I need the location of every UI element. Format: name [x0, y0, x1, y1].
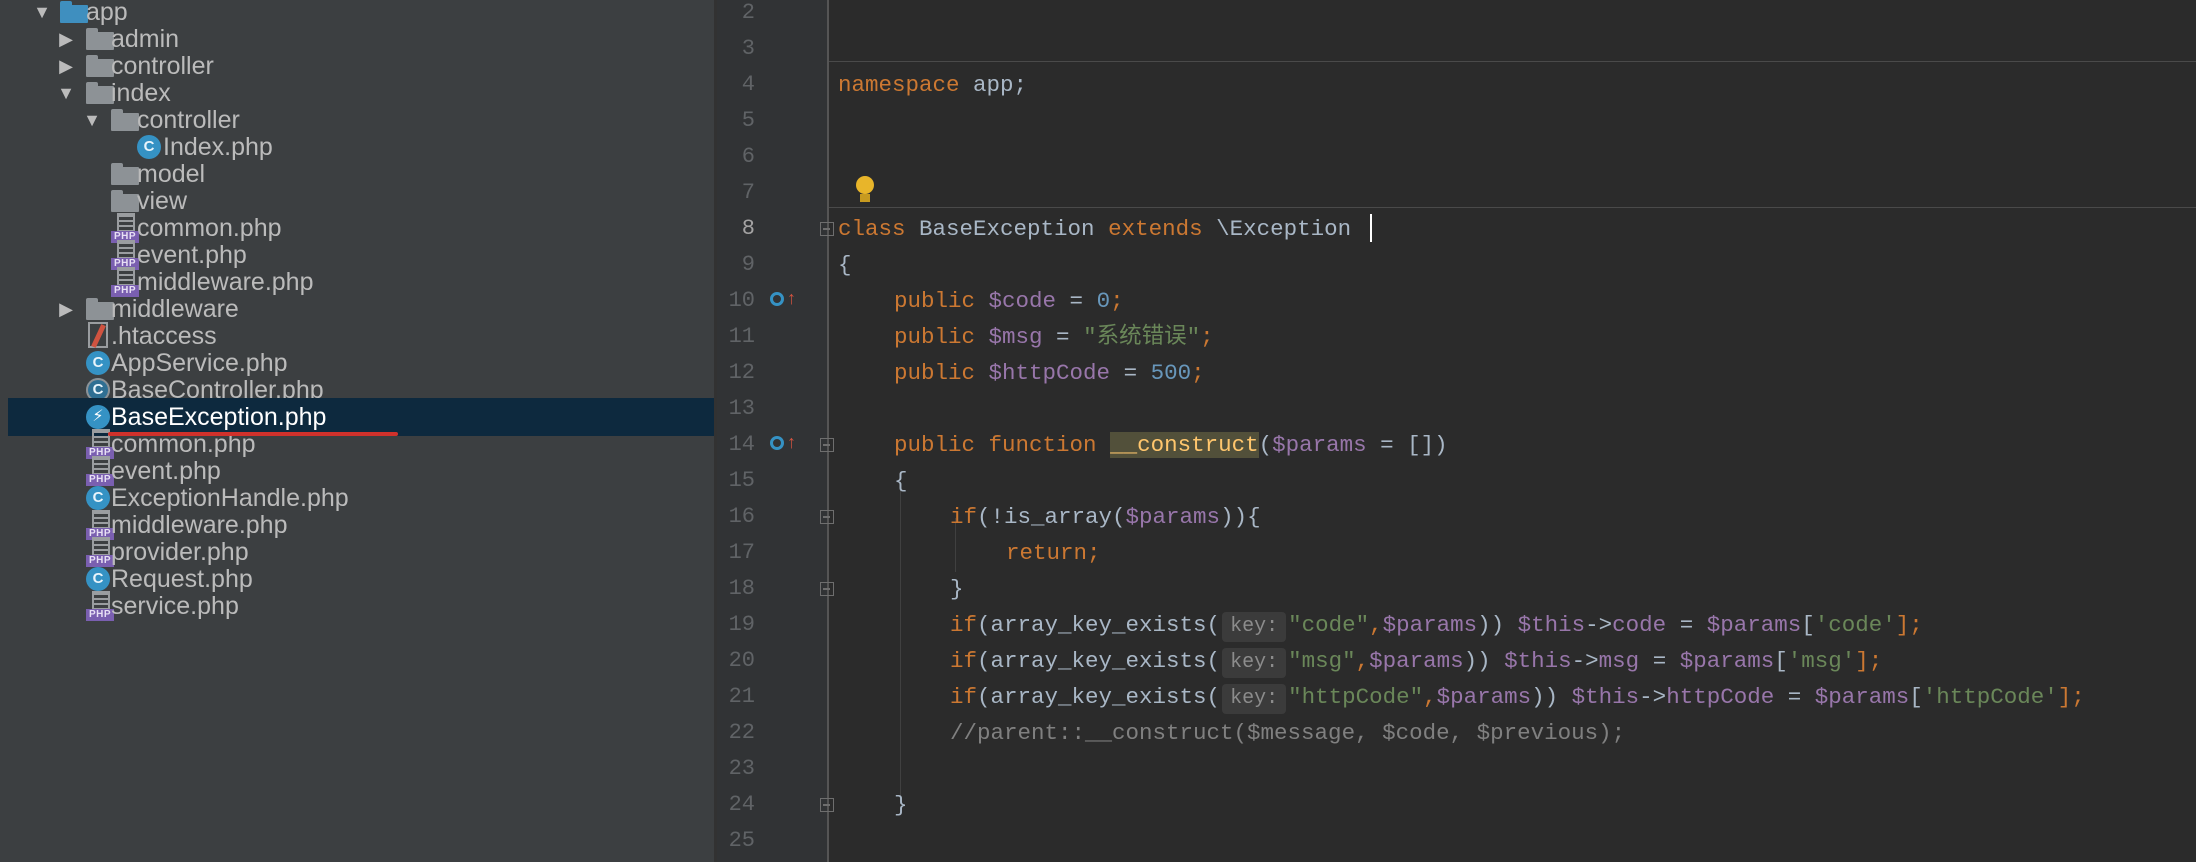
php-file-icon: PHP [86, 591, 114, 621]
indent-guide [900, 482, 901, 804]
line-number: 23 [728, 756, 755, 781]
method-separator [829, 61, 2196, 62]
code-line-14[interactable]: public function __construct($params = []… [894, 427, 1448, 463]
code-line-24[interactable]: } [894, 787, 908, 823]
line-number: 18 [728, 576, 755, 601]
fold-marker-icon[interactable] [820, 438, 834, 452]
line-number: 4 [741, 72, 755, 97]
text-caret [1370, 214, 1372, 242]
code-line-9[interactable]: { [838, 247, 852, 283]
code-line-19[interactable]: if(array_key_exists(key: "code",$params))… [950, 607, 1923, 643]
code-line-11[interactable]: public $msg = "系统错误"; [894, 319, 1214, 355]
line-number: 9 [741, 252, 755, 277]
line-number: 25 [728, 828, 755, 853]
line-number: 14 [728, 432, 755, 457]
code-line-15[interactable]: { [894, 463, 908, 499]
line-number: 19 [728, 612, 755, 637]
code-line-22[interactable]: //parent::__construct($message, $code, $… [950, 715, 1625, 751]
code-line-21[interactable]: if(array_key_exists(key: "httpCode",$para… [950, 679, 2085, 715]
code-line-17[interactable]: return; [1006, 535, 1101, 571]
parameter-hint: key: [1222, 684, 1287, 714]
parameter-hint: key: [1222, 612, 1287, 642]
fold-marker-icon[interactable] [820, 222, 834, 236]
tree-item-label: service.php [111, 592, 239, 620]
line-number: 24 [728, 792, 755, 817]
code-line-18[interactable]: } [950, 571, 964, 607]
override-marker-icon[interactable]: ↑ [770, 288, 806, 312]
line-number: 21 [728, 684, 755, 709]
line-number: 2 [741, 0, 755, 25]
override-marker-icon[interactable]: ↑ [770, 432, 806, 456]
line-number: 10 [728, 288, 755, 313]
annotation-underline [108, 432, 398, 436]
parameter-hint: key: [1222, 648, 1287, 678]
code-line-12[interactable]: public $httpCode = 500; [894, 355, 1205, 391]
fold-marker-icon[interactable] [820, 510, 834, 524]
line-number: 13 [728, 396, 755, 421]
line-number: 20 [728, 648, 755, 673]
project-tree-panel: ▼ app ▶ admin ▶ controller ▼ index ▼ con… [0, 0, 714, 862]
intention-lightbulb-icon[interactable] [854, 176, 876, 206]
line-number: 3 [741, 36, 755, 61]
line-number-current: 8 [741, 216, 755, 241]
fold-marker-icon[interactable] [820, 582, 834, 596]
line-number: 7 [741, 180, 755, 205]
line-number: 17 [728, 540, 755, 565]
method-separator [829, 207, 2196, 208]
line-number: 12 [728, 360, 755, 385]
code-line-10[interactable]: public $code = 0; [894, 283, 1124, 319]
line-number: 11 [728, 324, 755, 349]
code-line-4[interactable]: namespace app; [838, 67, 1027, 103]
tree-item-service-php[interactable]: PHP service.php [0, 587, 714, 625]
code-line-8[interactable]: class BaseException extends \Exception [838, 211, 1351, 247]
code-line-16[interactable]: if(!is_array($params)){ [950, 499, 1261, 535]
line-number: 5 [741, 108, 755, 133]
code-line-20[interactable]: if(array_key_exists(key: "msg",$params)) … [950, 643, 1882, 679]
line-number: 15 [728, 468, 755, 493]
line-number: 22 [728, 720, 755, 745]
line-number: 6 [741, 144, 755, 169]
fold-marker-icon[interactable] [820, 798, 834, 812]
line-number: 16 [728, 504, 755, 529]
